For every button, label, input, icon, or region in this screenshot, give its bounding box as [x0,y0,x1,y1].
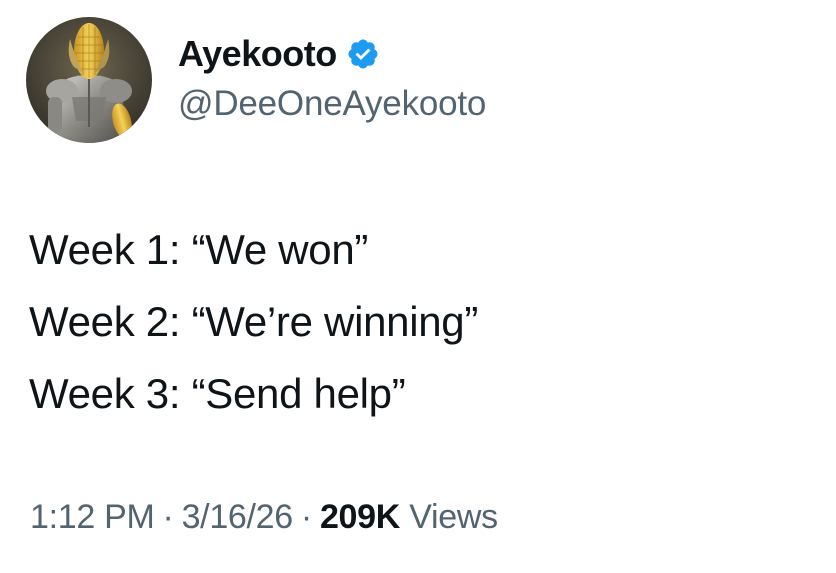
verified-badge-icon[interactable] [346,37,380,71]
tweet-line: Week 2: “We’re winning” [29,298,479,345]
tweet-card: Ayekooto @DeeOneAyekooto Week 1: “We won… [0,0,836,573]
tweet-time[interactable]: 1:12 PM [30,498,155,536]
tweet-header: Ayekooto @DeeOneAyekooto [26,17,486,143]
views-label[interactable]: Views [409,498,498,536]
tweet-line: Week 1: “We won” [29,226,369,273]
tweet-meta: 1:12 PM · 3/16/26 · 209K Views [30,498,498,537]
display-name[interactable]: Ayekooto [178,33,337,75]
author-identity: Ayekooto @DeeOneAyekooto [178,32,486,124]
meta-separator: · [162,498,174,536]
meta-separator: · [300,498,312,536]
corn-knight-avatar-icon [26,17,152,143]
tweet-date[interactable]: 3/16/26 [182,498,294,536]
user-handle[interactable]: @DeeOneAyekooto [178,84,486,124]
avatar[interactable] [26,17,152,143]
name-row: Ayekooto [178,32,486,76]
tweet-text: Week 1: “We won” Week 2: “We’re winning”… [29,214,478,430]
views-count[interactable]: 209K [320,498,400,536]
tweet-line: Week 3: “Send help” [29,370,406,417]
